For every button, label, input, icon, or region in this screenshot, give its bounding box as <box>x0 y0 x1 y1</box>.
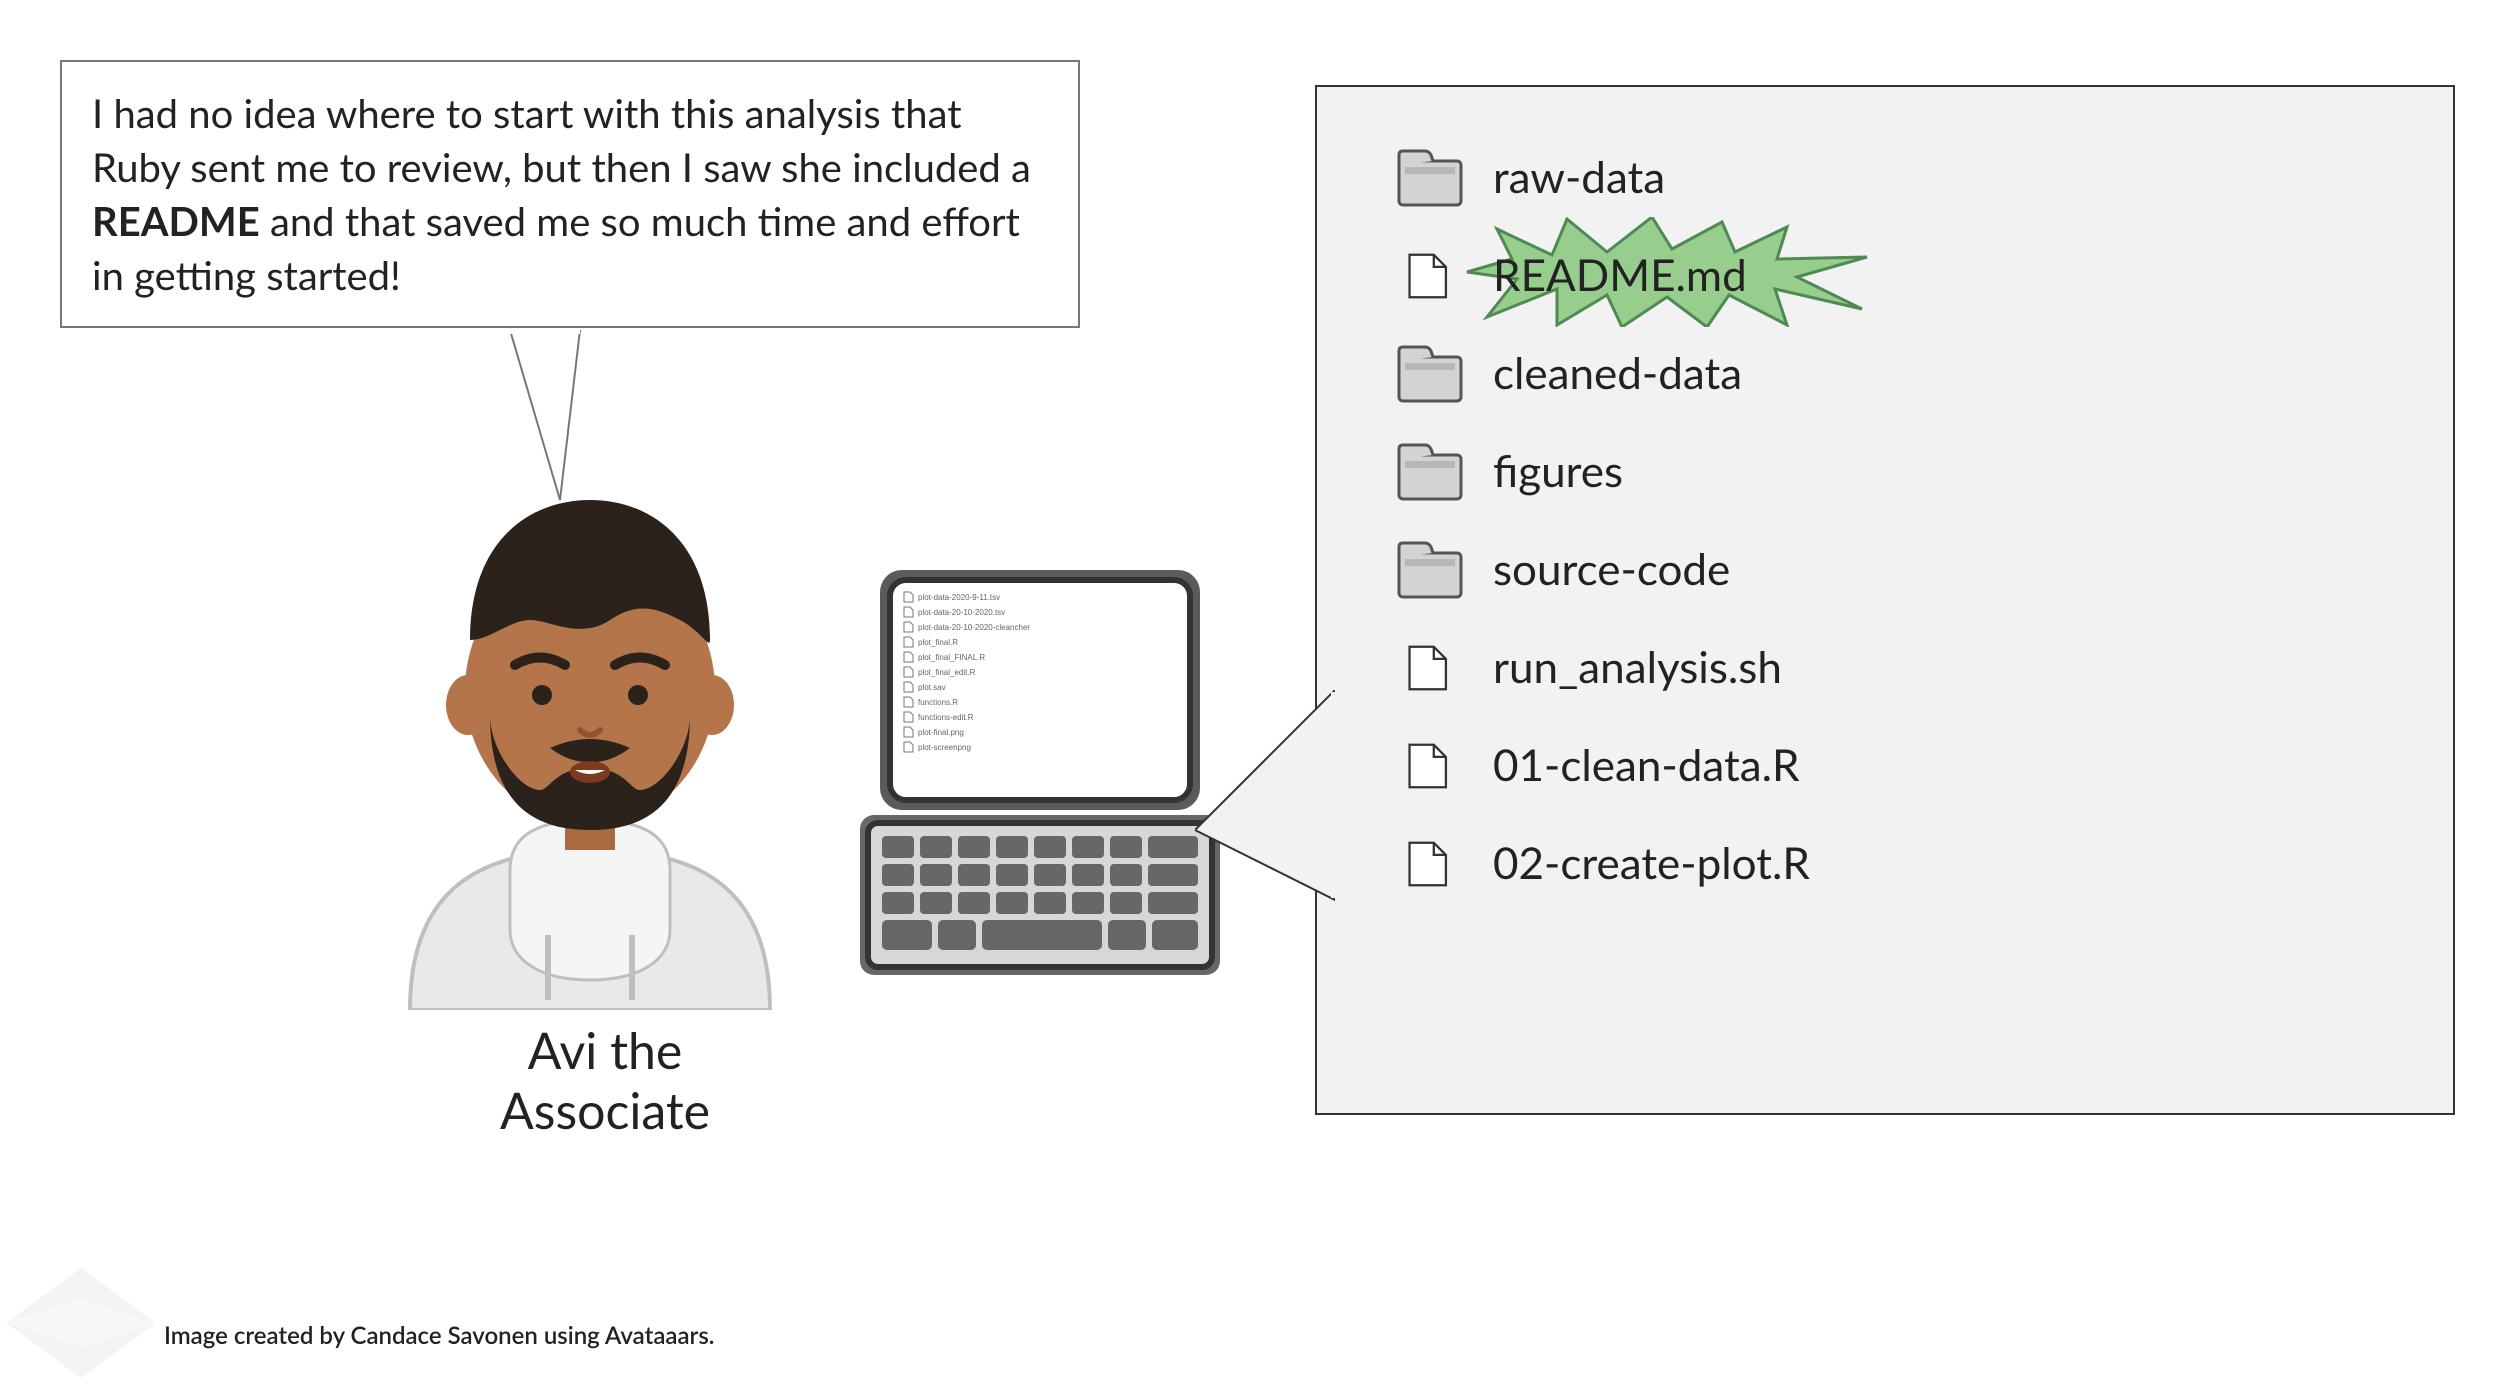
folder-icon <box>1397 441 1463 501</box>
avatar-caption: Avi the Associate <box>440 1020 770 1140</box>
avatar <box>380 490 800 1010</box>
file-item: raw-data <box>1397 147 2373 207</box>
file-item-label: run_analysis.sh <box>1493 641 1782 693</box>
image-credit: Image created by Candace Savonen using A… <box>164 1321 714 1350</box>
avatar-name-line1: Avi the <box>440 1020 770 1080</box>
speech-text-before: I had no idea where to start with this a… <box>92 89 1031 191</box>
file-item: README.md <box>1397 245 2373 305</box>
file-item-label: source-code <box>1493 543 1730 595</box>
file-item-label: 02-create-plot.R <box>1493 837 1810 889</box>
laptop-screen-file-label: plot_final_FINAL.R <box>918 653 985 662</box>
file-item: source-code <box>1397 539 2373 599</box>
laptop-screen-file: functions.R <box>904 697 958 707</box>
laptop-screen-file-label: plot_final.R <box>918 638 958 647</box>
file-item-label: figures <box>1493 445 1623 497</box>
file-icon <box>1397 637 1463 697</box>
file-item: 02-create-plot.R <box>1397 833 2373 893</box>
file-icon <box>1397 833 1463 893</box>
file-list: raw-data README.md cleaned-data figures … <box>1317 87 2453 991</box>
file-listing-panel: raw-data README.md cleaned-data figures … <box>1315 85 2455 1115</box>
file-item-label: raw-data <box>1493 151 1665 203</box>
laptop-screen-file-label: functions-edit.R <box>918 713 974 722</box>
laptop-icon: plot-data-2020-9-11.tsv plot-data-20-10-2… <box>860 560 1220 980</box>
laptop-screen-file-label: plot-data-20-10-2020-cleancher <box>918 623 1030 632</box>
laptop-screen-file: plot-data-2020-9-11.tsv <box>904 592 1000 602</box>
file-item: run_analysis.sh <box>1397 637 2373 697</box>
file-item-label: README.md <box>1493 249 1747 301</box>
file-item: cleaned-data <box>1397 343 2373 403</box>
laptop-screen-file: plot_final.R <box>904 637 958 647</box>
folder-icon <box>1397 539 1463 599</box>
laptop-screen-file-label: plot-final.png <box>918 728 964 737</box>
folder-icon <box>1397 343 1463 403</box>
laptop-screen-file-label: plot.sav <box>918 683 946 692</box>
laptop-screen-file-label: plot-screenpng <box>918 743 971 752</box>
file-item-label: 01-clean-data.R <box>1493 739 1800 791</box>
laptop-screen-file-label: plot_final_edit.R <box>918 668 976 677</box>
laptop-screen-file-label: functions.R <box>918 698 958 707</box>
laptop-screen-file: plot-data-20-10-2020.tsv <box>904 607 1005 617</box>
speech-bubble: I had no idea where to start with this a… <box>60 60 1080 328</box>
file-item: 01-clean-data.R <box>1397 735 2373 795</box>
file-icon <box>1397 735 1463 795</box>
laptop-screen-file: plot-data-20-10-2020-cleancher <box>904 622 1030 632</box>
file-item-label: cleaned-data <box>1493 347 1742 399</box>
file-item: figures <box>1397 441 2373 501</box>
laptop-screen-file-label: plot-data-20-10-2020.tsv <box>918 608 1005 617</box>
avatar-name-line2: Associate <box>440 1080 770 1140</box>
folder-icon <box>1397 147 1463 207</box>
file-icon <box>1397 245 1463 305</box>
file-panel-tail <box>1195 690 1335 914</box>
laptop-screen-file: plot.sav <box>904 682 946 692</box>
speech-text-bold: README <box>92 197 260 245</box>
laptop-screen-file-label: plot-data-2020-9-11.tsv <box>918 593 1000 602</box>
leaf-decoration-icon <box>6 1268 156 1378</box>
